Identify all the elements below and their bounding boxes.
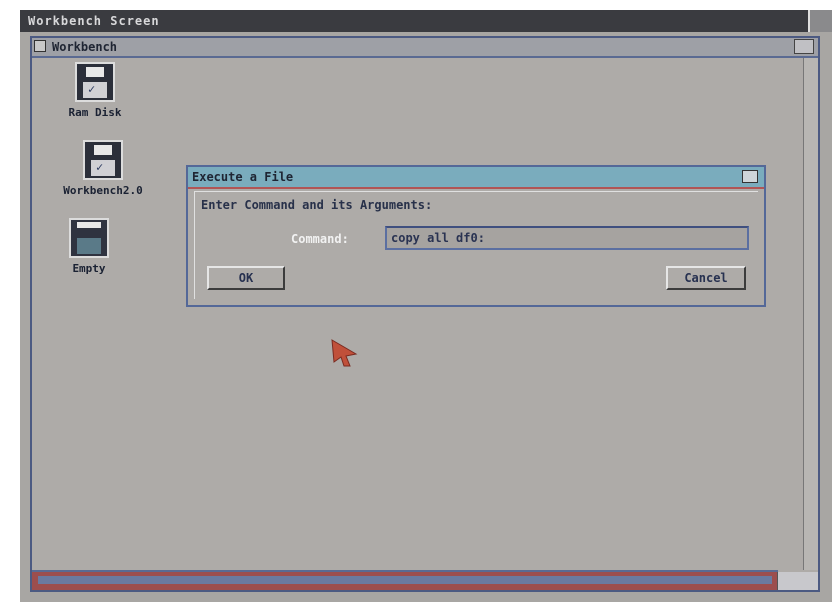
workbench-screen: Workbench Screen Workbench ✓ Ram Disk ✓ … [20, 10, 832, 602]
close-gadget-icon[interactable] [34, 40, 46, 52]
desktop-icon-ram-disk[interactable]: ✓ Ram Disk [40, 62, 150, 119]
floppy-shutter [94, 145, 112, 155]
screen-title-bar[interactable]: Workbench Screen [20, 10, 832, 32]
floppy-disk-icon: ✓ [75, 62, 115, 102]
dialog-prompt: Enter Command and its Arguments: [201, 198, 433, 212]
desktop-icon-workbench[interactable]: ✓ Workbench2.0 [48, 140, 158, 197]
floppy-shutter [86, 67, 104, 77]
checkmark-icon: ✓ [96, 160, 104, 174]
workbench-window-title: Workbench [52, 40, 118, 54]
scrollbar-knob[interactable] [38, 576, 772, 584]
screen-title: Workbench Screen [28, 14, 160, 28]
vertical-scrollbar[interactable] [803, 58, 818, 570]
desktop-icon-label: Empty [72, 262, 106, 275]
cancel-button[interactable]: Cancel [666, 266, 746, 290]
screen-depth-gadget[interactable] [808, 10, 832, 32]
command-label: Command: [291, 232, 349, 246]
execute-file-dialog: Execute a File Enter Command and its Arg… [186, 165, 766, 307]
mouse-pointer-icon [331, 339, 358, 367]
desktop-icon-label: Workbench2.0 [63, 184, 143, 197]
ok-button[interactable]: OK [207, 266, 285, 290]
horizontal-scrollbar[interactable] [32, 570, 778, 590]
desktop-icon-empty[interactable]: Empty [34, 218, 144, 275]
depth-gadget-icon[interactable] [742, 170, 758, 183]
floppy-disk-icon: ✓ [83, 140, 123, 180]
command-input[interactable] [385, 226, 749, 250]
scroll-arrows[interactable] [777, 572, 818, 590]
trashcan-lid [77, 222, 101, 228]
desktop-icon-label: Ram Disk [68, 106, 122, 119]
workbench-window: Workbench ✓ Ram Disk ✓ Workbench2.0 Empt… [30, 36, 820, 592]
trashcan-body [77, 238, 101, 254]
zoom-gadget-icon[interactable] [794, 39, 814, 54]
trashcan-icon [69, 218, 109, 258]
dialog-title-bar[interactable]: Execute a File [188, 167, 764, 189]
dialog-body: Enter Command and its Arguments: Command… [194, 191, 758, 299]
workbench-window-title-bar[interactable]: Workbench [32, 38, 818, 58]
dialog-title: Execute a File [192, 170, 294, 184]
checkmark-icon: ✓ [88, 82, 96, 96]
